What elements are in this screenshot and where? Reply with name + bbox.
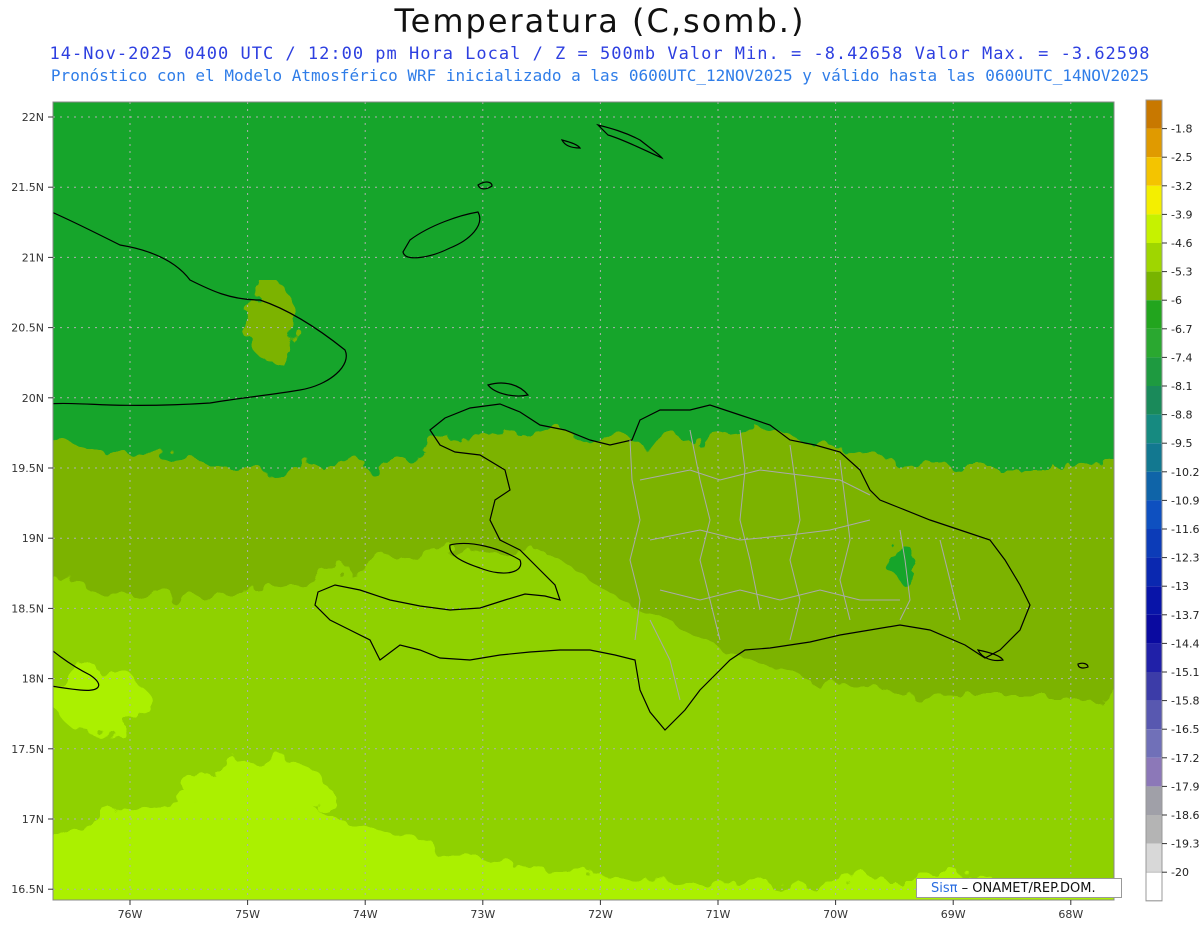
lon-label: 72W — [588, 908, 613, 921]
colorbar-label: -9.5 — [1171, 437, 1192, 450]
colorbar-label: -6 — [1171, 294, 1182, 307]
colorbar-swatch — [1146, 843, 1162, 873]
colorbar-swatch — [1146, 328, 1162, 358]
colorbar-swatch — [1146, 614, 1162, 644]
lon-label: 70W — [823, 908, 848, 921]
colorbar-swatch — [1146, 529, 1162, 558]
colorbar-swatch — [1146, 128, 1162, 158]
colorbar-label: -8.1 — [1171, 380, 1192, 393]
field-warm-patch — [190, 760, 330, 820]
colorbar-label: -16.5 — [1171, 723, 1199, 736]
field-warm-patch — [55, 665, 145, 735]
colorbar-swatch — [1146, 586, 1162, 615]
lat-label: 17N — [22, 813, 44, 826]
colorbar-swatch — [1146, 214, 1162, 243]
sispi-logo: Sisπ — [931, 881, 958, 896]
lon-label: 69W — [941, 908, 966, 921]
colorbar-label: -11.6 — [1171, 523, 1199, 536]
temperature-field — [53, 102, 1114, 900]
colorbar-label: -6.7 — [1171, 323, 1192, 336]
field-mid-patch — [245, 280, 295, 360]
colorbar-label: -4.6 — [1171, 237, 1192, 250]
colorbar-label: -12.3 — [1171, 552, 1199, 565]
latitude-axis: 22N 21.5N 21N 20.5N 20N 19.5N 19N 18.5N 18N 17.5N… — [11, 111, 53, 896]
colorbar-swatch — [1146, 300, 1162, 329]
lat-label: 18N — [22, 673, 44, 686]
colorbar-label: -15.1 — [1171, 666, 1199, 679]
lat-label: 17.5N — [11, 743, 44, 756]
colorbar-swatch — [1146, 100, 1162, 129]
colorbar-label: -10.9 — [1171, 494, 1199, 507]
colorbar-label: -19.3 — [1171, 838, 1199, 851]
lat-label: 19N — [22, 532, 44, 545]
colorbar-swatch — [1146, 729, 1162, 758]
lon-label: 73W — [470, 908, 495, 921]
colorbar-label: -1.8 — [1171, 123, 1192, 136]
lat-label: 22N — [22, 111, 44, 124]
colorbar-swatch — [1146, 185, 1162, 215]
colorbar-label: -7.4 — [1171, 351, 1192, 364]
lat-label: 16.5N — [11, 883, 44, 896]
credit-box: Sisπ – ONAMET/REP.DOM. — [916, 878, 1122, 898]
lon-label: 74W — [353, 908, 378, 921]
colorbar-swatch — [1146, 786, 1162, 815]
colorbar-swatch — [1146, 757, 1162, 787]
lat-label: 20N — [22, 392, 44, 405]
lat-label: 21N — [22, 251, 44, 264]
longitude-axis: 76W 75W 74W 73W 72W 71W 70W 69W 68W — [118, 900, 1083, 921]
colorbar-label: -10.2 — [1171, 466, 1199, 479]
colorbar-swatch — [1146, 557, 1162, 587]
colorbar-swatch — [1146, 500, 1162, 529]
colorbar-swatch — [1146, 386, 1162, 415]
colorbar-label: -8.8 — [1171, 409, 1192, 422]
colorbar-label: -18.6 — [1171, 809, 1199, 822]
lon-label: 76W — [118, 908, 143, 921]
colorbar-label: -13.7 — [1171, 609, 1199, 622]
colorbar-label: -3.2 — [1171, 180, 1192, 193]
colorbar-swatch — [1145, 871, 1163, 902]
colorbar-label: -20 — [1171, 866, 1189, 879]
colorbar-label: -5.3 — [1171, 266, 1192, 279]
colorbar-swatch — [1146, 357, 1162, 386]
lat-label: 19.5N — [11, 462, 44, 475]
field-cold-patch — [882, 546, 918, 574]
colorbar-swatch — [1146, 815, 1162, 844]
colorbar-label: -17.2 — [1171, 752, 1199, 765]
colorbar-label: -17.9 — [1171, 780, 1199, 793]
colorbar-swatch — [1146, 243, 1162, 272]
colorbar-swatch — [1146, 643, 1162, 672]
lon-label: 75W — [235, 908, 260, 921]
lat-label: 20.5N — [11, 322, 44, 335]
lat-label: 18.5N — [11, 602, 44, 615]
colorbar-label: -14.4 — [1171, 637, 1199, 650]
lat-label: 21.5N — [11, 181, 44, 194]
credit-text: – ONAMET/REP.DOM. — [957, 881, 1096, 896]
colorbar-swatch — [1146, 271, 1162, 301]
colorbar: -1.8 -2.5 -3.2 -3.9 -4.6 -5.3 -6 -6.7 -7.4 -8.1 -8… — [1145, 99, 1199, 902]
colorbar-label: -13 — [1171, 580, 1189, 593]
colorbar-swatch — [1146, 414, 1162, 444]
temperature-map: 22N 21.5N 21N 20.5N 20N 19.5N 19N 18.5N 18N 17.5N… — [11, 99, 1199, 921]
colorbar-swatch — [1146, 672, 1162, 701]
lon-label: 68W — [1058, 908, 1083, 921]
colorbar-label: -3.9 — [1171, 208, 1192, 221]
lon-label: 71W — [706, 908, 731, 921]
colorbar-swatch — [1146, 471, 1162, 501]
colorbar-swatch — [1146, 700, 1162, 730]
colorbar-swatch — [1146, 443, 1162, 472]
colorbar-label: -2.5 — [1171, 151, 1192, 164]
colorbar-label: -15.8 — [1171, 695, 1199, 708]
colorbar-swatch — [1146, 157, 1162, 186]
